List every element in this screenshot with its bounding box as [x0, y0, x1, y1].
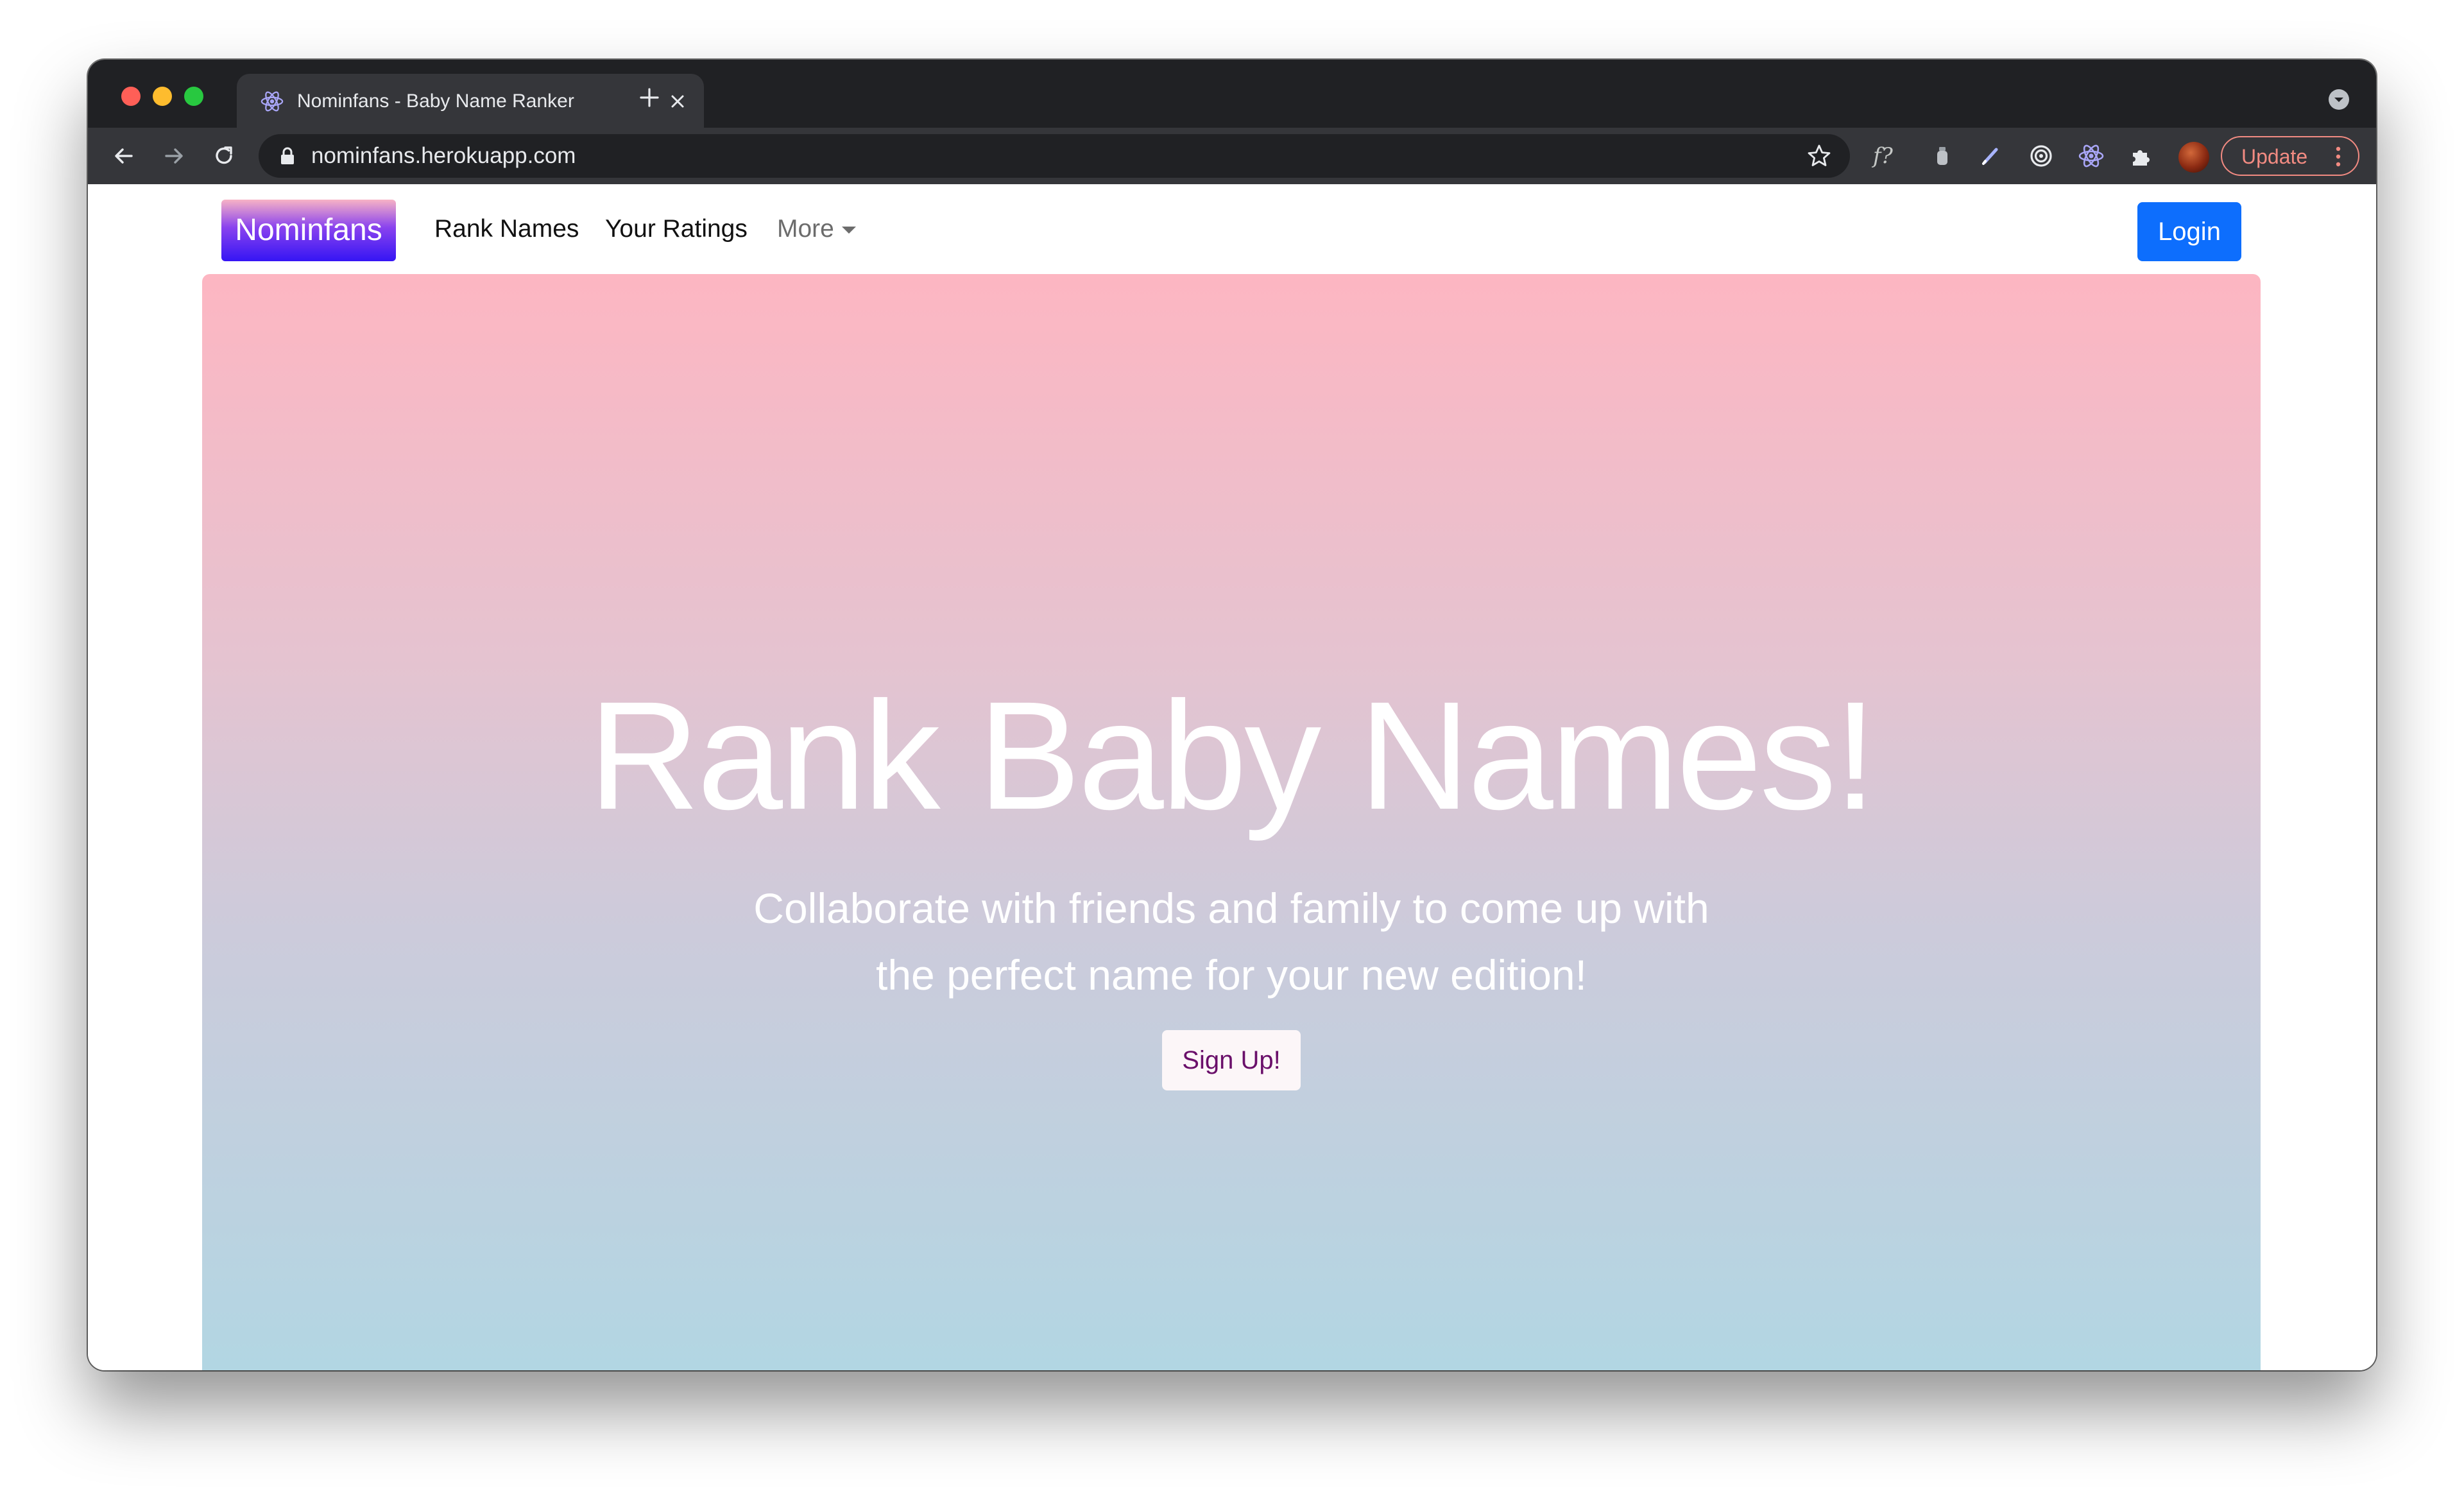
hero-subtitle: Collaborate with friends and family to c… — [590, 875, 1873, 1008]
tab-strip: Nominfans - Baby Name Ranker — [88, 60, 2376, 128]
new-tab-icon[interactable] — [638, 87, 660, 108]
close-window-button[interactable] — [121, 87, 141, 106]
lock-icon — [281, 147, 294, 164]
maximize-window-button[interactable] — [184, 87, 203, 106]
more-label: More — [777, 215, 834, 243]
profile-avatar[interactable] — [2178, 142, 2209, 173]
nav-dropdown-more[interactable]: More — [777, 212, 856, 246]
browser-tab[interactable]: Nominfans - Baby Name Ranker — [237, 74, 704, 128]
browser-window: Nominfans - Baby Name Ranker nominfans.h… — [88, 60, 2376, 1370]
bottle-extension-icon[interactable] — [1928, 142, 1956, 170]
close-tab-icon[interactable] — [667, 90, 689, 112]
update-button[interactable]: Update — [2221, 136, 2359, 176]
react-extension-icon[interactable] — [2077, 142, 2105, 170]
page-content: Nominfans Rank Names Your Ratings More L… — [88, 184, 2376, 1370]
brand-logo[interactable]: Nominfans — [221, 200, 396, 261]
sign-up-button[interactable]: Sign Up! — [1162, 1030, 1301, 1090]
tab-title: Nominfans - Baby Name Ranker — [297, 90, 574, 112]
hero-section: Rank Baby Names! Collaborate with friend… — [202, 274, 2261, 1370]
react-icon — [261, 91, 284, 112]
nav-link-your-ratings[interactable]: Your Ratings — [605, 212, 748, 246]
more-vert-icon — [2336, 146, 2341, 167]
hero-subtitle-line-2: the perfect name for your new edition! — [876, 951, 1587, 999]
forward-icon[interactable] — [160, 142, 188, 170]
login-button[interactable]: Login — [2137, 202, 2241, 261]
caret-down-icon — [841, 227, 856, 234]
url-text: nominfans.herokuapp.com — [311, 143, 576, 168]
puzzle-extension-icon[interactable] — [2127, 142, 2155, 170]
nav-link-rank-names[interactable]: Rank Names — [434, 212, 579, 246]
tab-search-icon[interactable] — [2327, 88, 2350, 111]
pen-extension-icon[interactable] — [1977, 142, 2005, 170]
bookmark-star-icon[interactable] — [1806, 143, 1832, 169]
back-icon[interactable] — [110, 142, 138, 170]
target-extension-icon[interactable] — [2027, 142, 2055, 170]
minimize-window-button[interactable] — [153, 87, 172, 106]
hero-subtitle-line-1: Collaborate with friends and family to c… — [753, 884, 1709, 932]
address-bar[interactable]: nominfans.herokuapp.com — [259, 134, 1850, 178]
browser-toolbar: nominfans.herokuapp.com f? Update — [88, 128, 2376, 184]
update-label: Update — [2241, 145, 2308, 168]
reload-icon[interactable] — [210, 142, 238, 170]
hero-title: Rank Baby Names! — [588, 669, 1877, 841]
f-question-extension-icon[interactable]: f? — [1873, 142, 1905, 170]
